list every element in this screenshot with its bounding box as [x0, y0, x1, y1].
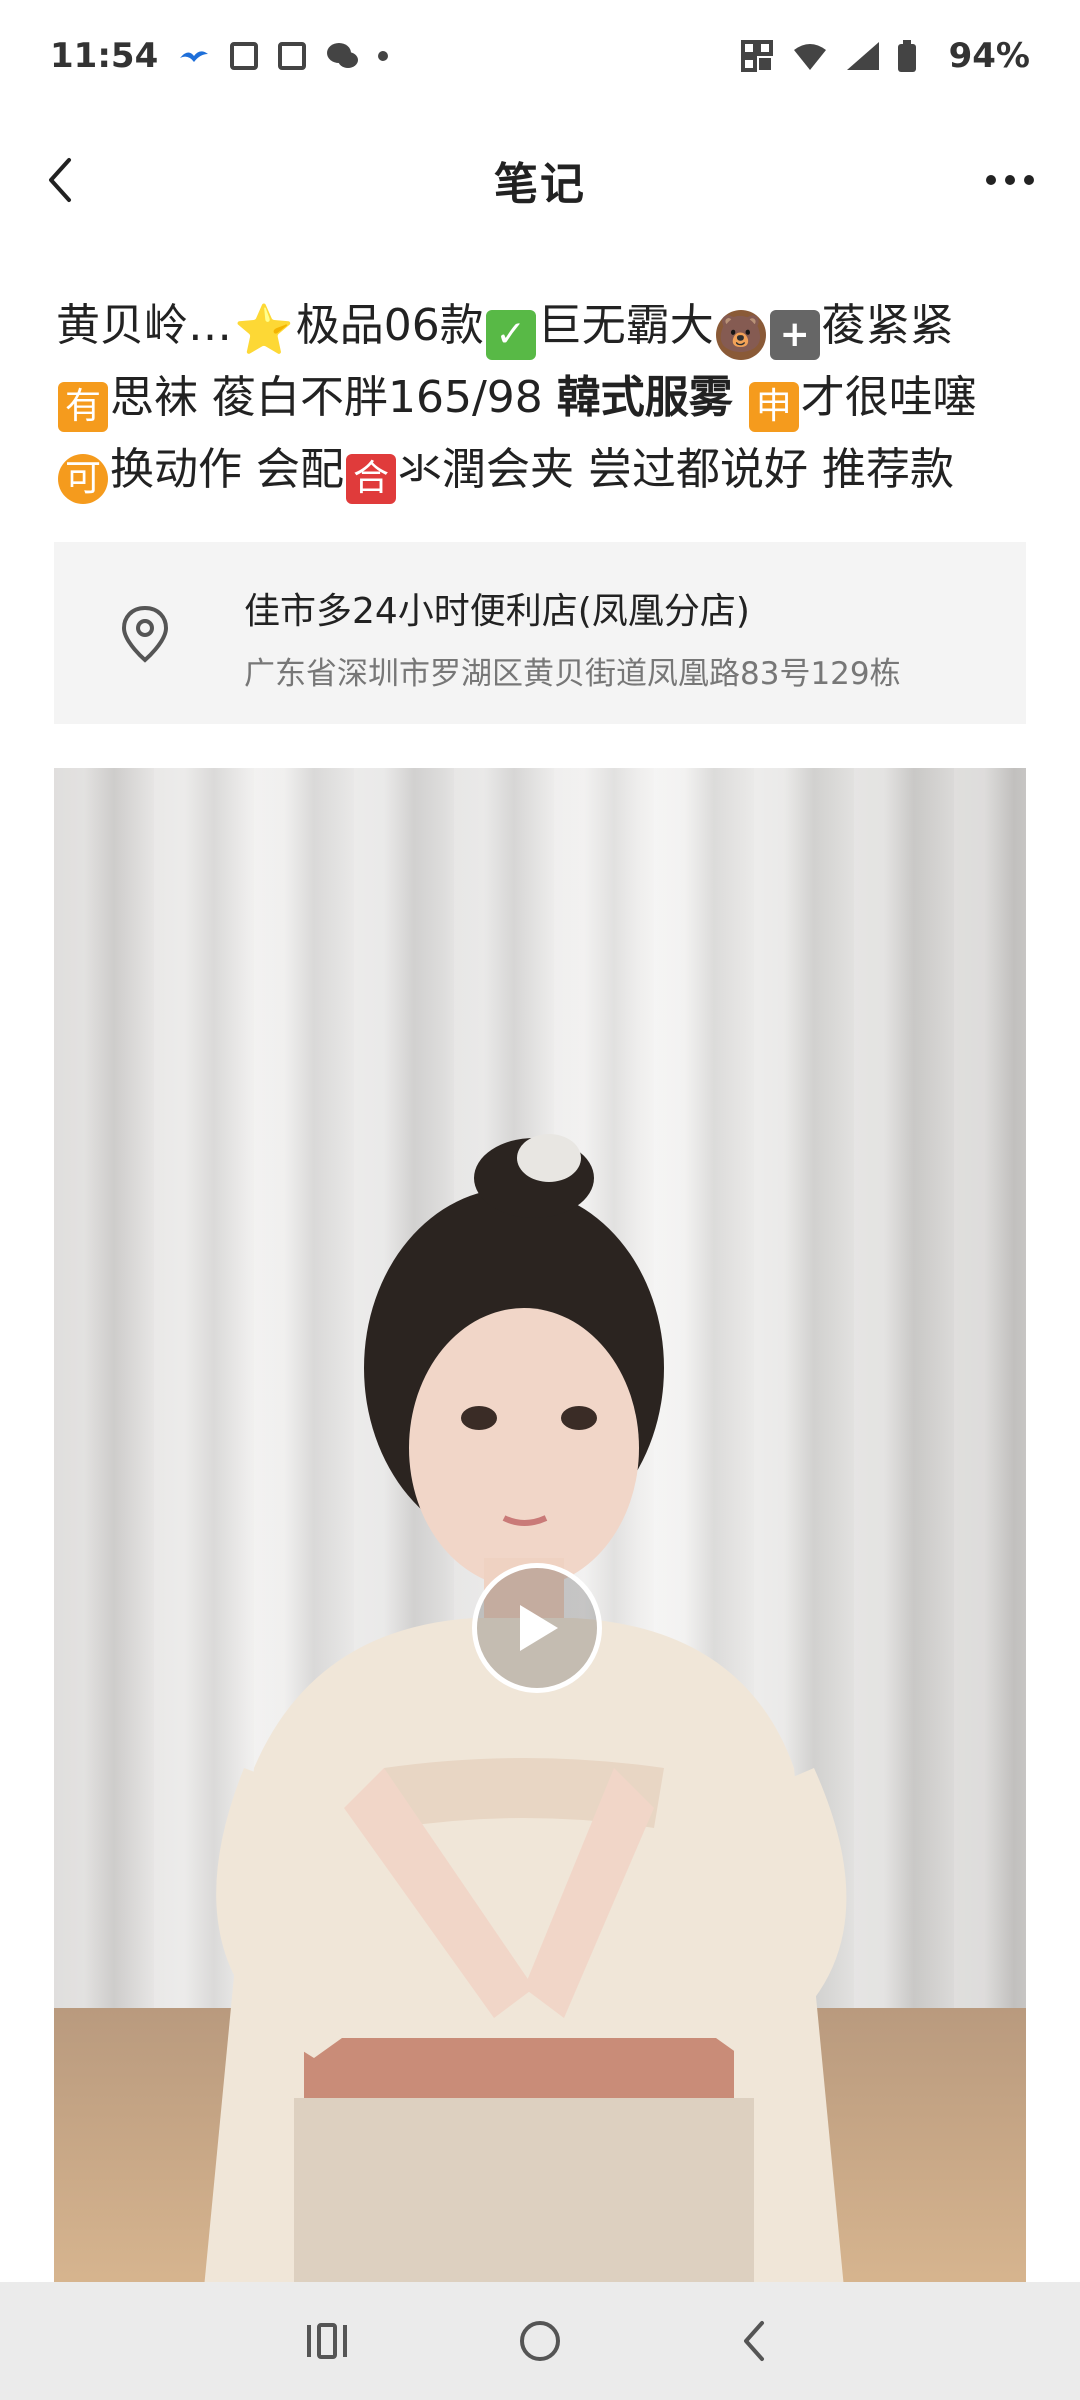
recent-apps-icon	[306, 2323, 347, 2359]
status-left: 11:54	[50, 36, 389, 76]
note-bold-text: 韓式服雾	[556, 372, 733, 423]
battery-icon	[897, 40, 929, 72]
back-button[interactable]	[30, 150, 90, 210]
video-thumbnail-person	[204, 1134, 847, 2288]
page-title: 笔记	[494, 159, 586, 210]
system-nav-bar	[0, 2282, 1080, 2400]
more-dots-icon	[986, 175, 996, 185]
shen-emoji: 申	[748, 382, 799, 432]
note-text-segment: 才很哇噻	[800, 372, 977, 423]
note-text-segment: 氺潤会夹 尝过都说好 推荐款	[398, 444, 954, 495]
home-button[interactable]	[510, 2311, 570, 2371]
more-notifications-dot	[378, 51, 389, 61]
play-icon	[520, 1605, 558, 1651]
back-arrow-icon	[49, 158, 71, 202]
ke-emoji: 可	[58, 454, 108, 504]
more-button[interactable]	[970, 150, 1050, 210]
location-address: 广东省深圳市罗湖区黄贝街道凤凰路83号129栋	[244, 656, 901, 692]
header: 笔记	[0, 120, 1080, 240]
note-text-segment: 黄贝岭…	[56, 300, 232, 351]
location-card[interactable]: 佳市多24小时便利店(凤凰分店) 广东省深圳市罗湖区黄贝街道凤凰路83号129栋	[54, 542, 1026, 724]
status-bar: 11:54 94%	[0, 0, 1080, 112]
note-content: 黄贝岭…⭐极品06款 ✓ 巨无霸大 🐻 + 葰紧紧 有思袜 葰白不胖165/98 韓式服雾…	[56, 290, 1026, 506]
note-text-segment: 极品06款	[295, 300, 484, 351]
status-time: 11:54	[50, 36, 159, 76]
location-name: 佳市多24小时便利店(凤凰分店)	[244, 591, 750, 632]
bird-notification-icon	[178, 40, 210, 72]
he-emoji: 合	[346, 454, 396, 504]
note-text-segment: 巨无霸大	[537, 300, 714, 351]
note-text-segment: 葰紧紧	[821, 300, 954, 351]
check-emoji: ✓	[485, 310, 536, 360]
nav-back-icon	[744, 2321, 765, 2361]
wifi-icon	[793, 40, 826, 72]
location-pin-icon	[116, 604, 174, 664]
signal-icon	[845, 40, 879, 72]
home-icon	[519, 2321, 560, 2361]
recent-apps-button[interactable]	[297, 2311, 357, 2371]
play-button[interactable]	[472, 1563, 602, 1693]
notification-square-icon-2	[278, 42, 307, 70]
note-text-segment: 思袜 葰白不胖165/98	[110, 372, 557, 423]
plus-emoji: +	[769, 310, 820, 360]
note-text-segment: 换动作 会配	[110, 444, 344, 495]
video-player[interactable]	[54, 768, 1026, 2288]
notification-square-icon	[230, 42, 259, 70]
you-emoji: 有	[58, 382, 108, 432]
wechat-icon	[326, 40, 359, 72]
nfc-icon	[740, 40, 773, 72]
status-right: 94%	[740, 36, 1030, 76]
nav-back-button[interactable]	[723, 2311, 783, 2371]
bear-emoji: 🐻	[715, 310, 766, 360]
battery-level: 94%	[948, 36, 1030, 76]
star-emoji: ⭐	[234, 302, 294, 358]
